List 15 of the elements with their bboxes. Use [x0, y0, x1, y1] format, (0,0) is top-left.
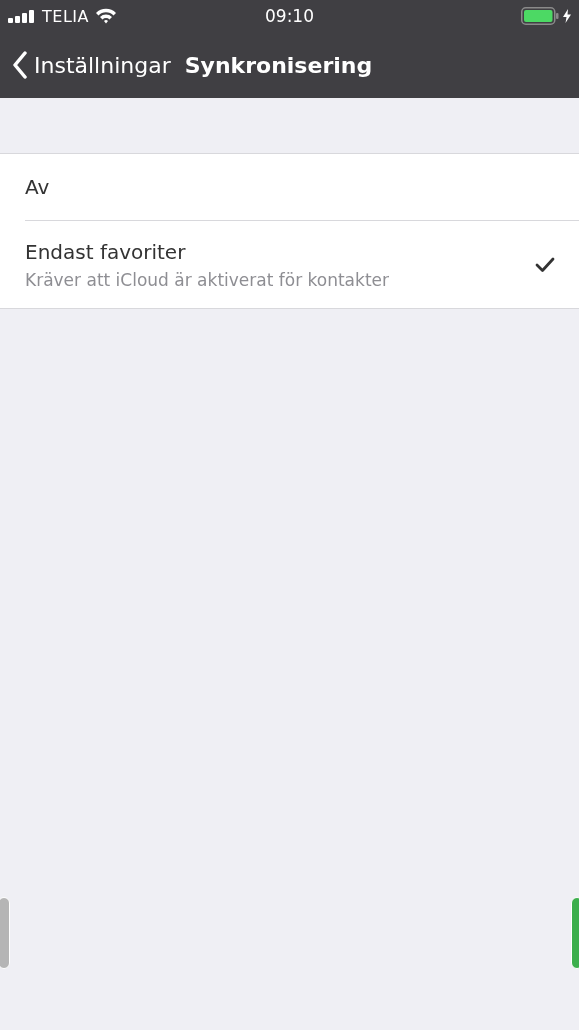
option-label: Endast favoriter: [25, 239, 187, 264]
wifi-icon: [94, 8, 117, 24]
option-label: Av: [25, 175, 51, 199]
option-row[interactable]: Endast favoriter Kräver att iCloud är aktiverat för kontakter: [25, 220, 579, 308]
option-row[interactable]: Av: [25, 154, 579, 220]
back-chevron-icon: [12, 51, 28, 79]
carrier-name: TELIA: [42, 6, 89, 26]
checkmark-icon: [535, 256, 555, 273]
battery-icon: [521, 7, 559, 25]
screen-title: Synkronisering: [184, 52, 373, 78]
back-button[interactable]: Inställningar: [12, 51, 171, 79]
signal-icon: [8, 9, 36, 23]
option-subtitle: Kräver att iCloud är aktiverat för kontakter: [25, 269, 390, 290]
side-handle[interactable]: [0, 897, 10, 969]
clock: 09:10: [265, 6, 314, 26]
